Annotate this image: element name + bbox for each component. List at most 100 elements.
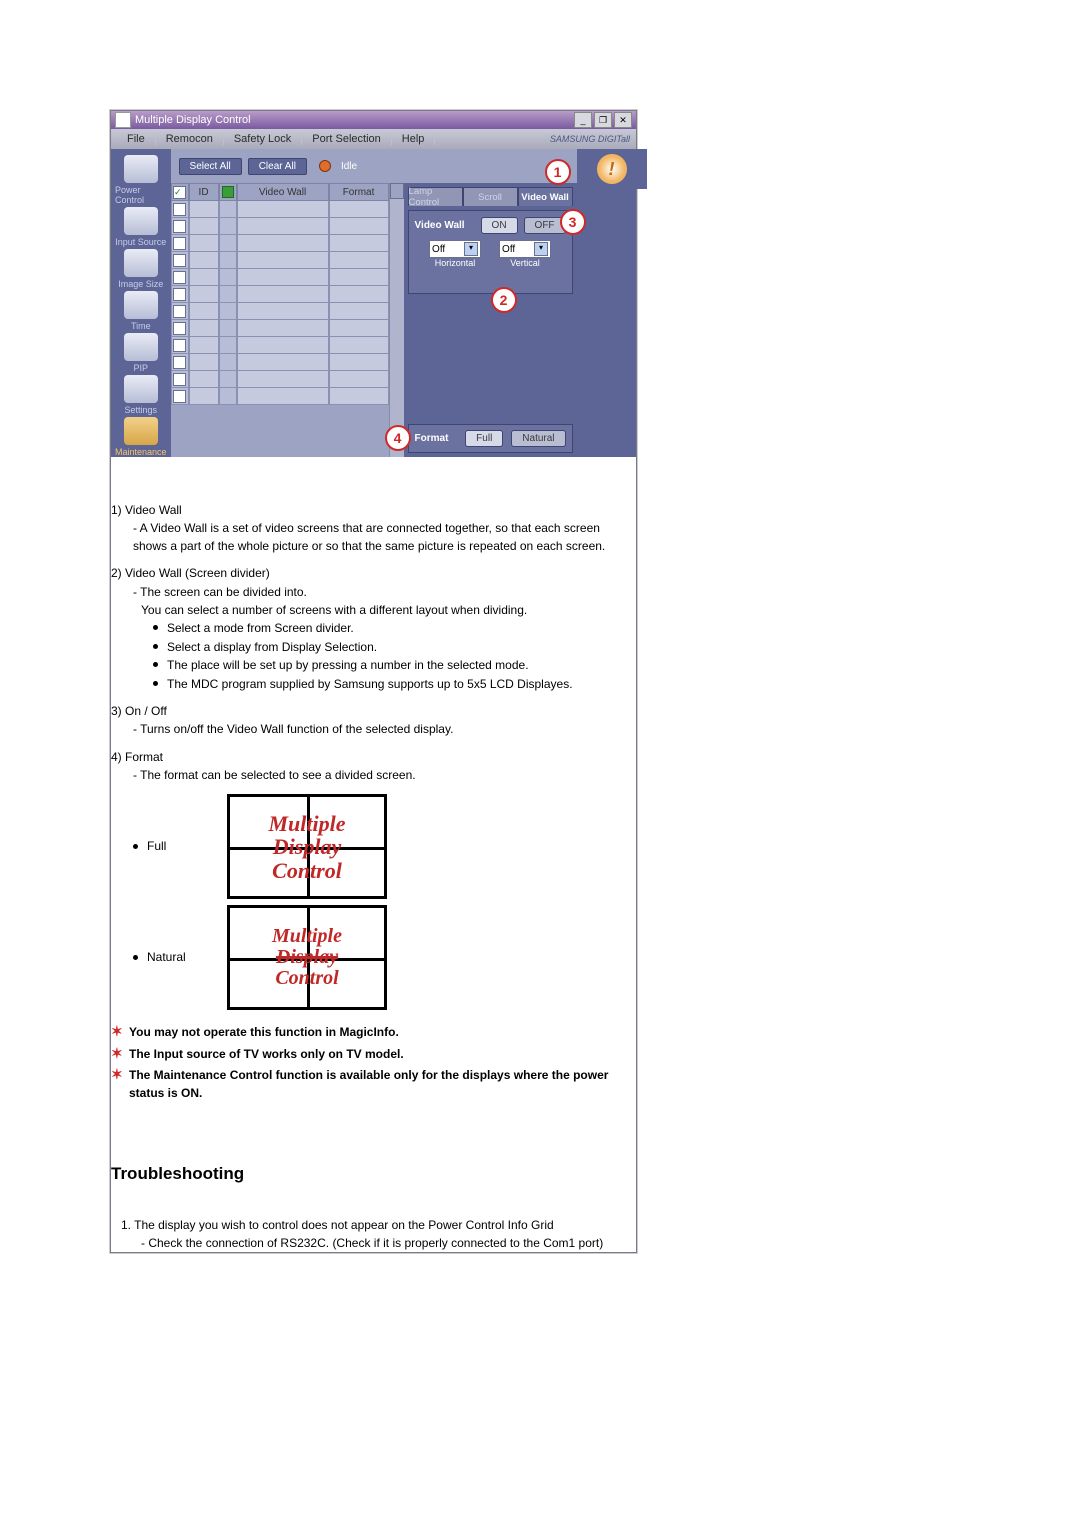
power-icon [124,155,158,183]
sidebar-item-power-control[interactable]: Power Control [115,155,167,205]
chevron-down-icon: ▾ [534,242,548,256]
table-row[interactable] [171,286,389,303]
vertical-select[interactable]: Off ▾ [499,240,551,258]
maintenance-icon [124,417,158,445]
row-checkbox[interactable] [173,203,186,216]
pip-icon [124,333,158,361]
mdc-app-window: ▣ Multiple Display Control _ ❐ ✕ File Re… [110,110,637,1253]
row-checkbox[interactable] [173,271,186,284]
right-control-panel: Lamp Control Scroll Video Wall 1 Video W… [404,183,577,457]
minimize-button[interactable]: _ [574,112,592,128]
sidebar-item-label: PIP [134,363,149,373]
row-checkbox[interactable] [173,339,186,352]
col-checkbox [171,183,189,201]
format-natural-image: MultipleDisplayControl [227,905,387,1010]
sidebar-item-label: Power Control [115,185,167,205]
sidebar-item-image-size[interactable]: Image Size [115,249,167,289]
app-body: Power Control Input Source Image Size Ti… [111,149,636,457]
row-checkbox[interactable] [173,322,186,335]
list-toolbar: Select All Clear All Idle [171,149,577,183]
tab-video-wall[interactable]: Video Wall [518,187,573,206]
sidebar-item-label: Settings [125,405,158,415]
doc-item-2-sub1: - The screen can be divided into. [133,584,636,601]
format-full-image: MultipleDisplayControl [227,794,387,899]
note-magicinfo: You may not operate this function in Mag… [111,1024,636,1041]
sidebar-item-maintenance[interactable]: Maintenance [115,417,167,457]
video-wall-on-button[interactable]: ON [481,217,518,234]
row-checkbox[interactable] [173,305,186,318]
menu-port-selection[interactable]: Port Selection [302,133,391,145]
sidebar: Power Control Input Source Image Size Ti… [111,149,171,457]
table-row[interactable] [171,388,389,405]
sidebar-item-input-source[interactable]: Input Source [115,207,167,247]
format-natural-button[interactable]: Natural [511,430,565,447]
tab-scroll[interactable]: Scroll [463,187,518,206]
row-checkbox[interactable] [173,220,186,233]
doc-item-3-head: 3) On / Off [111,703,636,720]
close-button[interactable]: ✕ [614,112,632,128]
clear-all-button[interactable]: Clear All [248,158,307,175]
menu-help[interactable]: Help [392,133,436,145]
table-row[interactable] [171,371,389,388]
window-title: Multiple Display Control [135,114,574,126]
table-row[interactable] [171,252,389,269]
format-full-button[interactable]: Full [465,430,503,447]
table-row[interactable] [171,201,389,218]
callout-1: 1 [545,159,571,185]
menu-file[interactable]: File [117,133,156,145]
source-icon [124,207,158,235]
table-row[interactable] [171,218,389,235]
tab-lamp-control[interactable]: Lamp Control [408,187,463,206]
trouble-item-1-sub: - Check the connection of RS232C. (Check… [141,1235,636,1252]
info-icon: ! [597,154,627,184]
video-wall-label: Video Wall [415,220,475,231]
menu-remocon[interactable]: Remocon [156,133,224,145]
vertical-value: Off [502,244,515,255]
trouble-item-1: 1. The display you wish to control does … [121,1217,636,1234]
sidebar-item-label: Input Source [115,237,166,247]
sidebar-item-label: Time [131,321,151,331]
table-row[interactable] [171,354,389,371]
row-checkbox[interactable] [173,356,186,369]
row-checkbox[interactable] [173,254,186,267]
doc-item-4-sub: - The format can be selected to see a di… [133,767,636,784]
scroll-up-icon[interactable] [390,183,404,199]
sidebar-item-label: Image Size [118,279,163,289]
restore-button[interactable]: ❐ [594,112,612,128]
menubar: File Remocon Safety Lock Port Selection … [111,129,636,149]
row-checkbox[interactable] [173,390,186,403]
table-row[interactable] [171,320,389,337]
select-all-button[interactable]: Select All [179,158,242,175]
sidebar-item-time[interactable]: Time [115,291,167,331]
troubleshooting-heading: Troubleshooting [111,1162,636,1187]
horizontal-value: Off [432,244,445,255]
horizontal-select[interactable]: Off ▾ [429,240,481,258]
grid-scrollbar[interactable] [389,183,404,457]
video-wall-group: Video Wall ON OFF 3 Off▾ Horizontal [408,210,573,294]
table-row[interactable] [171,269,389,286]
settings-icon [124,375,158,403]
main-panel: Select All Clear All Idle ID Video Wall … [171,149,577,457]
table-row[interactable] [171,337,389,354]
sidebar-item-pip[interactable]: PIP [115,333,167,373]
menu-safety-lock[interactable]: Safety Lock [224,133,302,145]
col-format: Format [329,183,389,201]
doc-item-2-sub2: You can select a number of screens with … [141,602,636,619]
row-checkbox[interactable] [173,237,186,250]
idle-indicator-icon [319,160,331,172]
sidebar-item-settings[interactable]: Settings [115,375,167,415]
table-row[interactable] [171,235,389,252]
header-checkbox[interactable] [173,186,186,199]
doc-item-1-sub: - A Video Wall is a set of video screens… [133,520,636,555]
idle-label: Idle [341,161,357,172]
brand-label: SAMSUNG DIGITall [550,134,630,144]
chevron-down-icon: ▾ [464,242,478,256]
note-tv-source: The Input source of TV works only on TV … [111,1046,636,1063]
table-row[interactable] [171,303,389,320]
row-checkbox[interactable] [173,373,186,386]
format-full-label: Full [133,838,227,855]
doc-item-1-head: 1) Video Wall [111,502,636,519]
grid-header: ID Video Wall Format [171,183,389,201]
status-bar: ! [577,149,647,189]
row-checkbox[interactable] [173,288,186,301]
